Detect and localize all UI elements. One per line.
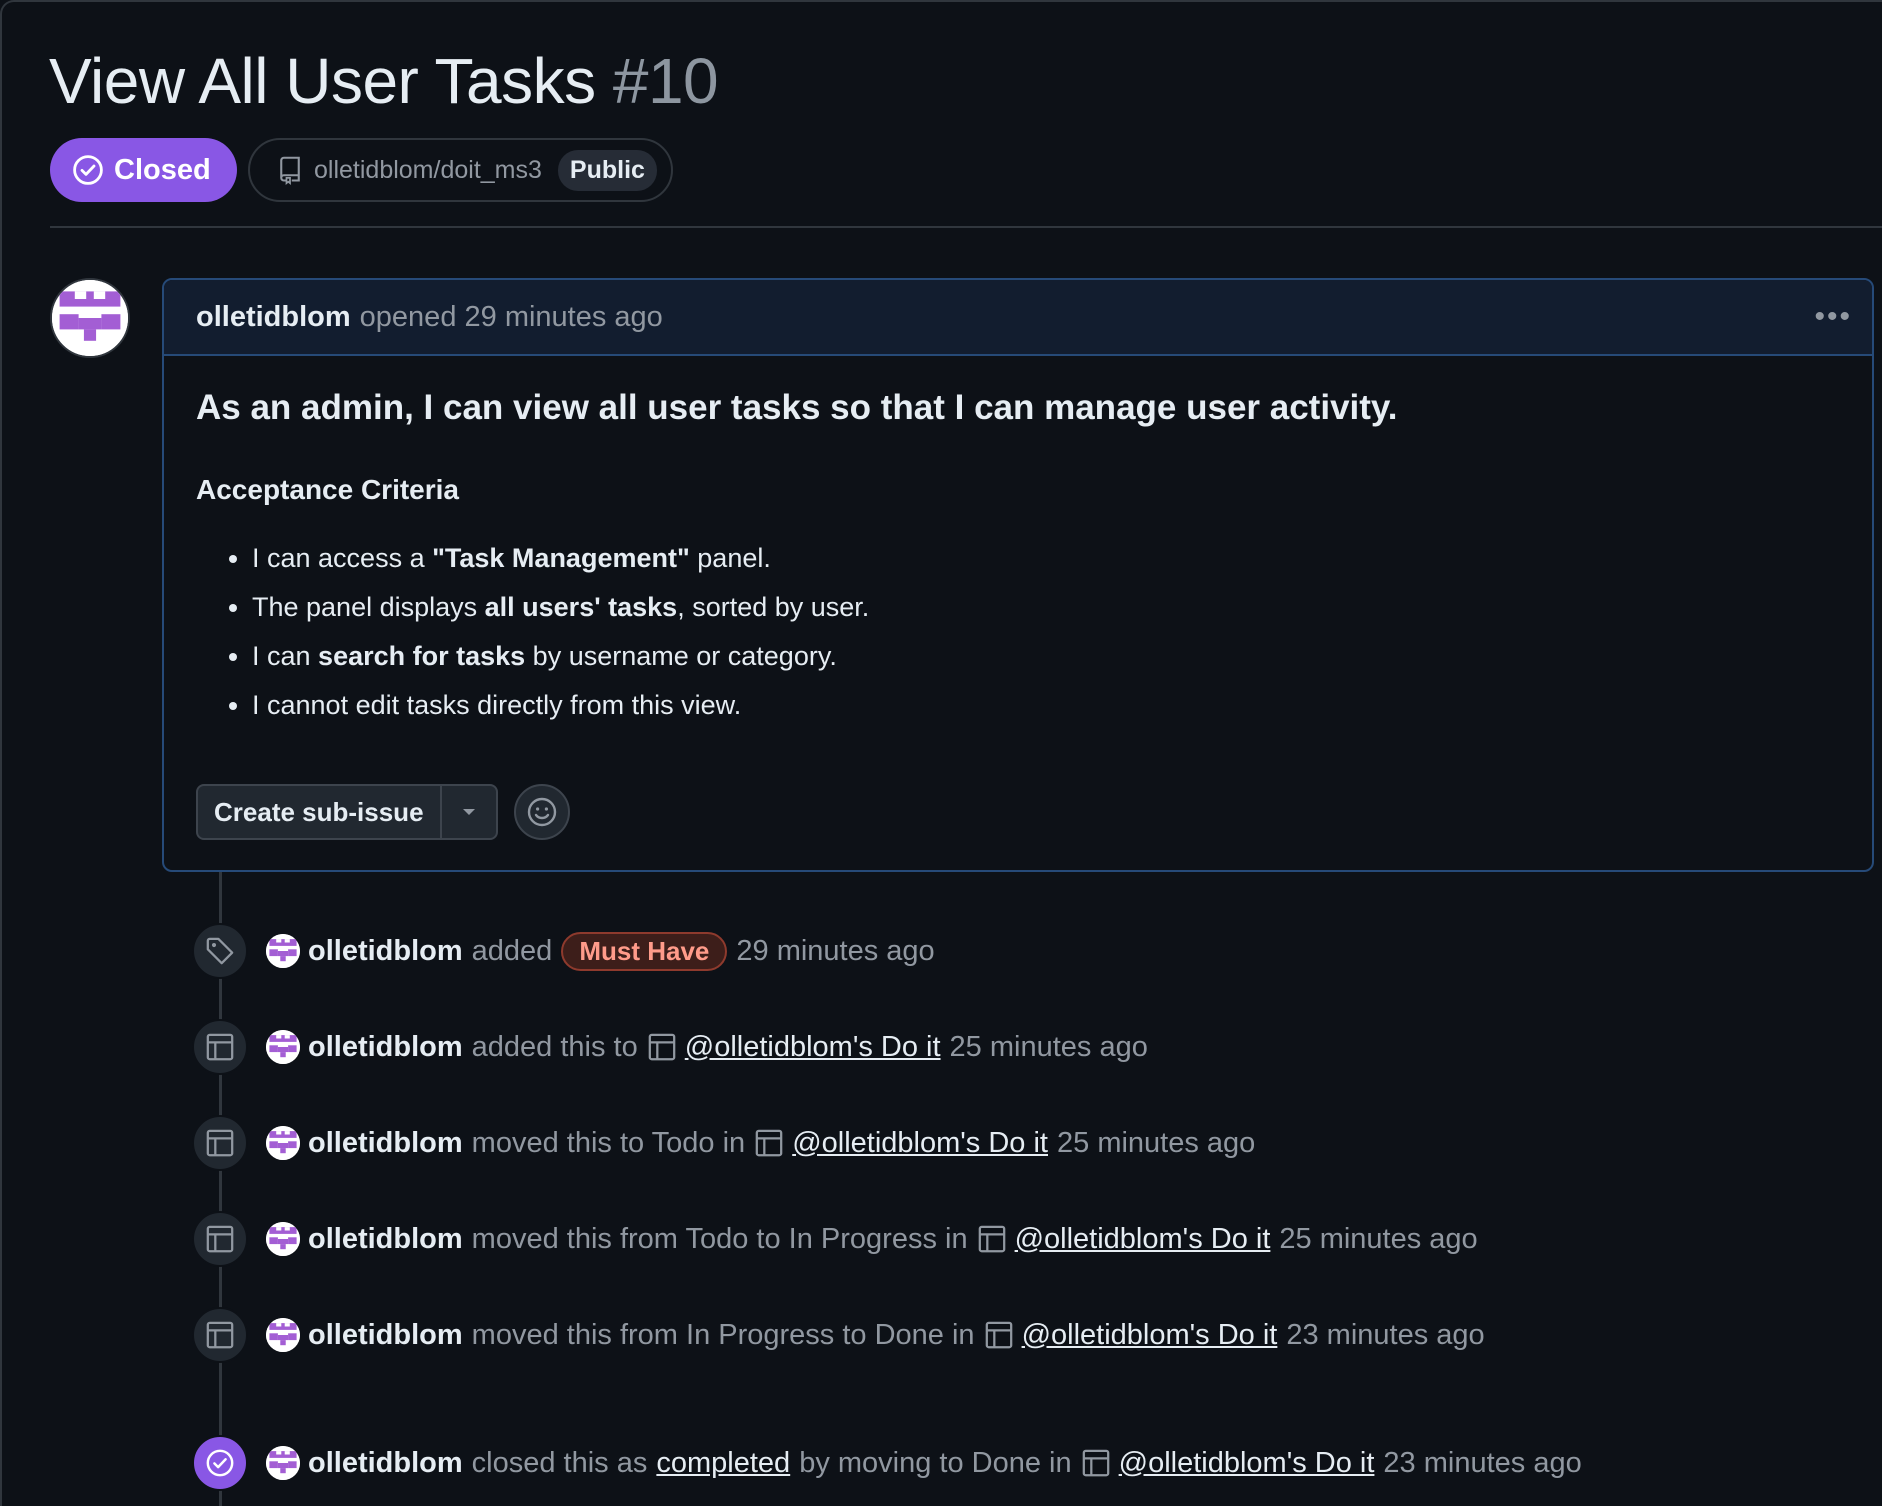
event-author[interactable]: olletidblom xyxy=(308,1127,463,1160)
comment-header: olletidblom opened 29 minutes ago ••• xyxy=(164,280,1872,356)
event-text: moved this from Todo to In Progress in xyxy=(471,1222,968,1255)
project-link[interactable]: @olletidblom's Do it xyxy=(1022,1319,1278,1352)
event-text: closed this as xyxy=(471,1446,648,1479)
avatar[interactable] xyxy=(266,1446,300,1480)
timeline-event-closed: olletidblom closed this as completed by … xyxy=(192,1435,1582,1491)
event-time[interactable]: 23 minutes ago xyxy=(1286,1319,1484,1352)
event-text: added xyxy=(471,934,553,967)
project-table-icon xyxy=(984,1320,1014,1350)
list-item: I can search for tasks by username or ca… xyxy=(252,632,1840,681)
comment-body: As an admin, I can view all user tasks s… xyxy=(164,356,1872,730)
event-text: moved this to Todo in xyxy=(471,1126,746,1159)
completed-link[interactable]: completed xyxy=(656,1447,790,1480)
comment-meta: opened 29 minutes ago xyxy=(359,300,663,333)
comment-author[interactable]: olletidblom xyxy=(196,301,351,334)
list-item: The panel displays all users' tasks, sor… xyxy=(252,583,1840,632)
repo-icon xyxy=(276,155,304,185)
create-sub-issue-split-button: Create sub-issue xyxy=(196,784,498,840)
event-time[interactable]: 25 minutes ago xyxy=(1057,1127,1255,1160)
issue-title: View All User Tasks #10 xyxy=(49,44,719,118)
event-time[interactable]: 29 minutes ago xyxy=(736,935,934,968)
repo-pill[interactable]: olletidblom/doit_ms3 Public xyxy=(248,138,673,202)
event-time[interactable]: 25 minutes ago xyxy=(950,1031,1148,1064)
event-author[interactable]: olletidblom xyxy=(308,935,463,968)
issue-comment: olletidblom opened 29 minutes ago ••• As… xyxy=(162,278,1874,872)
issue-number: #10 xyxy=(612,45,719,117)
project-table-icon xyxy=(1081,1448,1111,1478)
project-table-icon xyxy=(977,1224,1007,1254)
avatar[interactable] xyxy=(266,1318,300,1352)
timeline-event-project-moved: olletidblom moved this from Todo to In P… xyxy=(192,1211,1478,1267)
smiley-icon xyxy=(527,797,556,827)
label-must-have[interactable]: Must Have xyxy=(561,931,728,971)
header-divider xyxy=(50,226,1882,228)
timeline-event-labeled: olletidblom added Must Have 29 minutes a… xyxy=(192,923,935,979)
avatar[interactable] xyxy=(266,1030,300,1064)
closed-check-icon xyxy=(192,1435,248,1491)
comment-actions: Create sub-issue xyxy=(196,784,570,840)
avatar[interactable] xyxy=(266,1126,300,1160)
add-reaction-button[interactable] xyxy=(513,784,570,840)
event-author[interactable]: olletidblom xyxy=(308,1447,463,1480)
list-item: I can access a "Task Management" panel. xyxy=(252,534,1840,583)
timeline-event-project-moved: olletidblom moved this to Todo in @ollet… xyxy=(192,1115,1255,1171)
identicon-icon xyxy=(52,280,128,356)
repo-name: olletidblom/doit_ms3 xyxy=(314,155,542,184)
project-link[interactable]: @olletidblom's Do it xyxy=(685,1031,941,1064)
issue-title-text: View All User Tasks xyxy=(49,45,596,117)
project-icon xyxy=(192,1211,248,1267)
avatar[interactable] xyxy=(266,934,300,968)
issue-page: View All User Tasks #10 Closed olletidbl… xyxy=(0,0,1882,1506)
avatar[interactable] xyxy=(50,278,130,358)
event-time[interactable]: 23 minutes ago xyxy=(1383,1447,1581,1480)
project-icon xyxy=(192,1307,248,1363)
project-icon xyxy=(192,1019,248,1075)
more-options-icon[interactable]: ••• xyxy=(1814,300,1852,334)
project-link[interactable]: @olletidblom's Do it xyxy=(1015,1223,1271,1256)
tag-icon xyxy=(192,923,248,979)
project-icon xyxy=(192,1115,248,1171)
event-author[interactable]: olletidblom xyxy=(308,1319,463,1352)
closed-check-icon xyxy=(72,154,104,186)
timeline-event-project-added: olletidblom added this to @olletidblom's… xyxy=(192,1019,1148,1075)
avatar[interactable] xyxy=(266,1222,300,1256)
event-time[interactable]: 25 minutes ago xyxy=(1279,1223,1477,1256)
event-text-2: by moving to Done in xyxy=(799,1446,1072,1479)
criteria-list: I can access a "Task Management" panel. … xyxy=(196,534,1840,730)
list-item: I cannot edit tasks directly from this v… xyxy=(252,681,1840,730)
state-label: Closed xyxy=(114,153,211,186)
comment-subheading: Acceptance Criteria xyxy=(196,474,460,505)
timeline-event-project-moved: olletidblom moved this from In Progress … xyxy=(192,1307,1485,1363)
project-link[interactable]: @olletidblom's Do it xyxy=(1119,1447,1375,1480)
event-text: added this to xyxy=(471,1030,638,1063)
state-badge: Closed xyxy=(50,138,237,202)
project-table-icon xyxy=(647,1032,677,1062)
visibility-badge: Public xyxy=(557,149,657,191)
project-link[interactable]: @olletidblom's Do it xyxy=(792,1127,1048,1160)
create-sub-issue-button[interactable]: Create sub-issue xyxy=(198,786,442,838)
event-author[interactable]: olletidblom xyxy=(308,1223,463,1256)
event-text: moved this from In Progress to Done in xyxy=(471,1318,975,1351)
project-table-icon xyxy=(754,1128,784,1158)
chevron-down-icon[interactable] xyxy=(442,786,496,838)
event-author[interactable]: olletidblom xyxy=(308,1031,463,1064)
comment-heading: As an admin, I can view all user tasks s… xyxy=(196,388,1398,427)
